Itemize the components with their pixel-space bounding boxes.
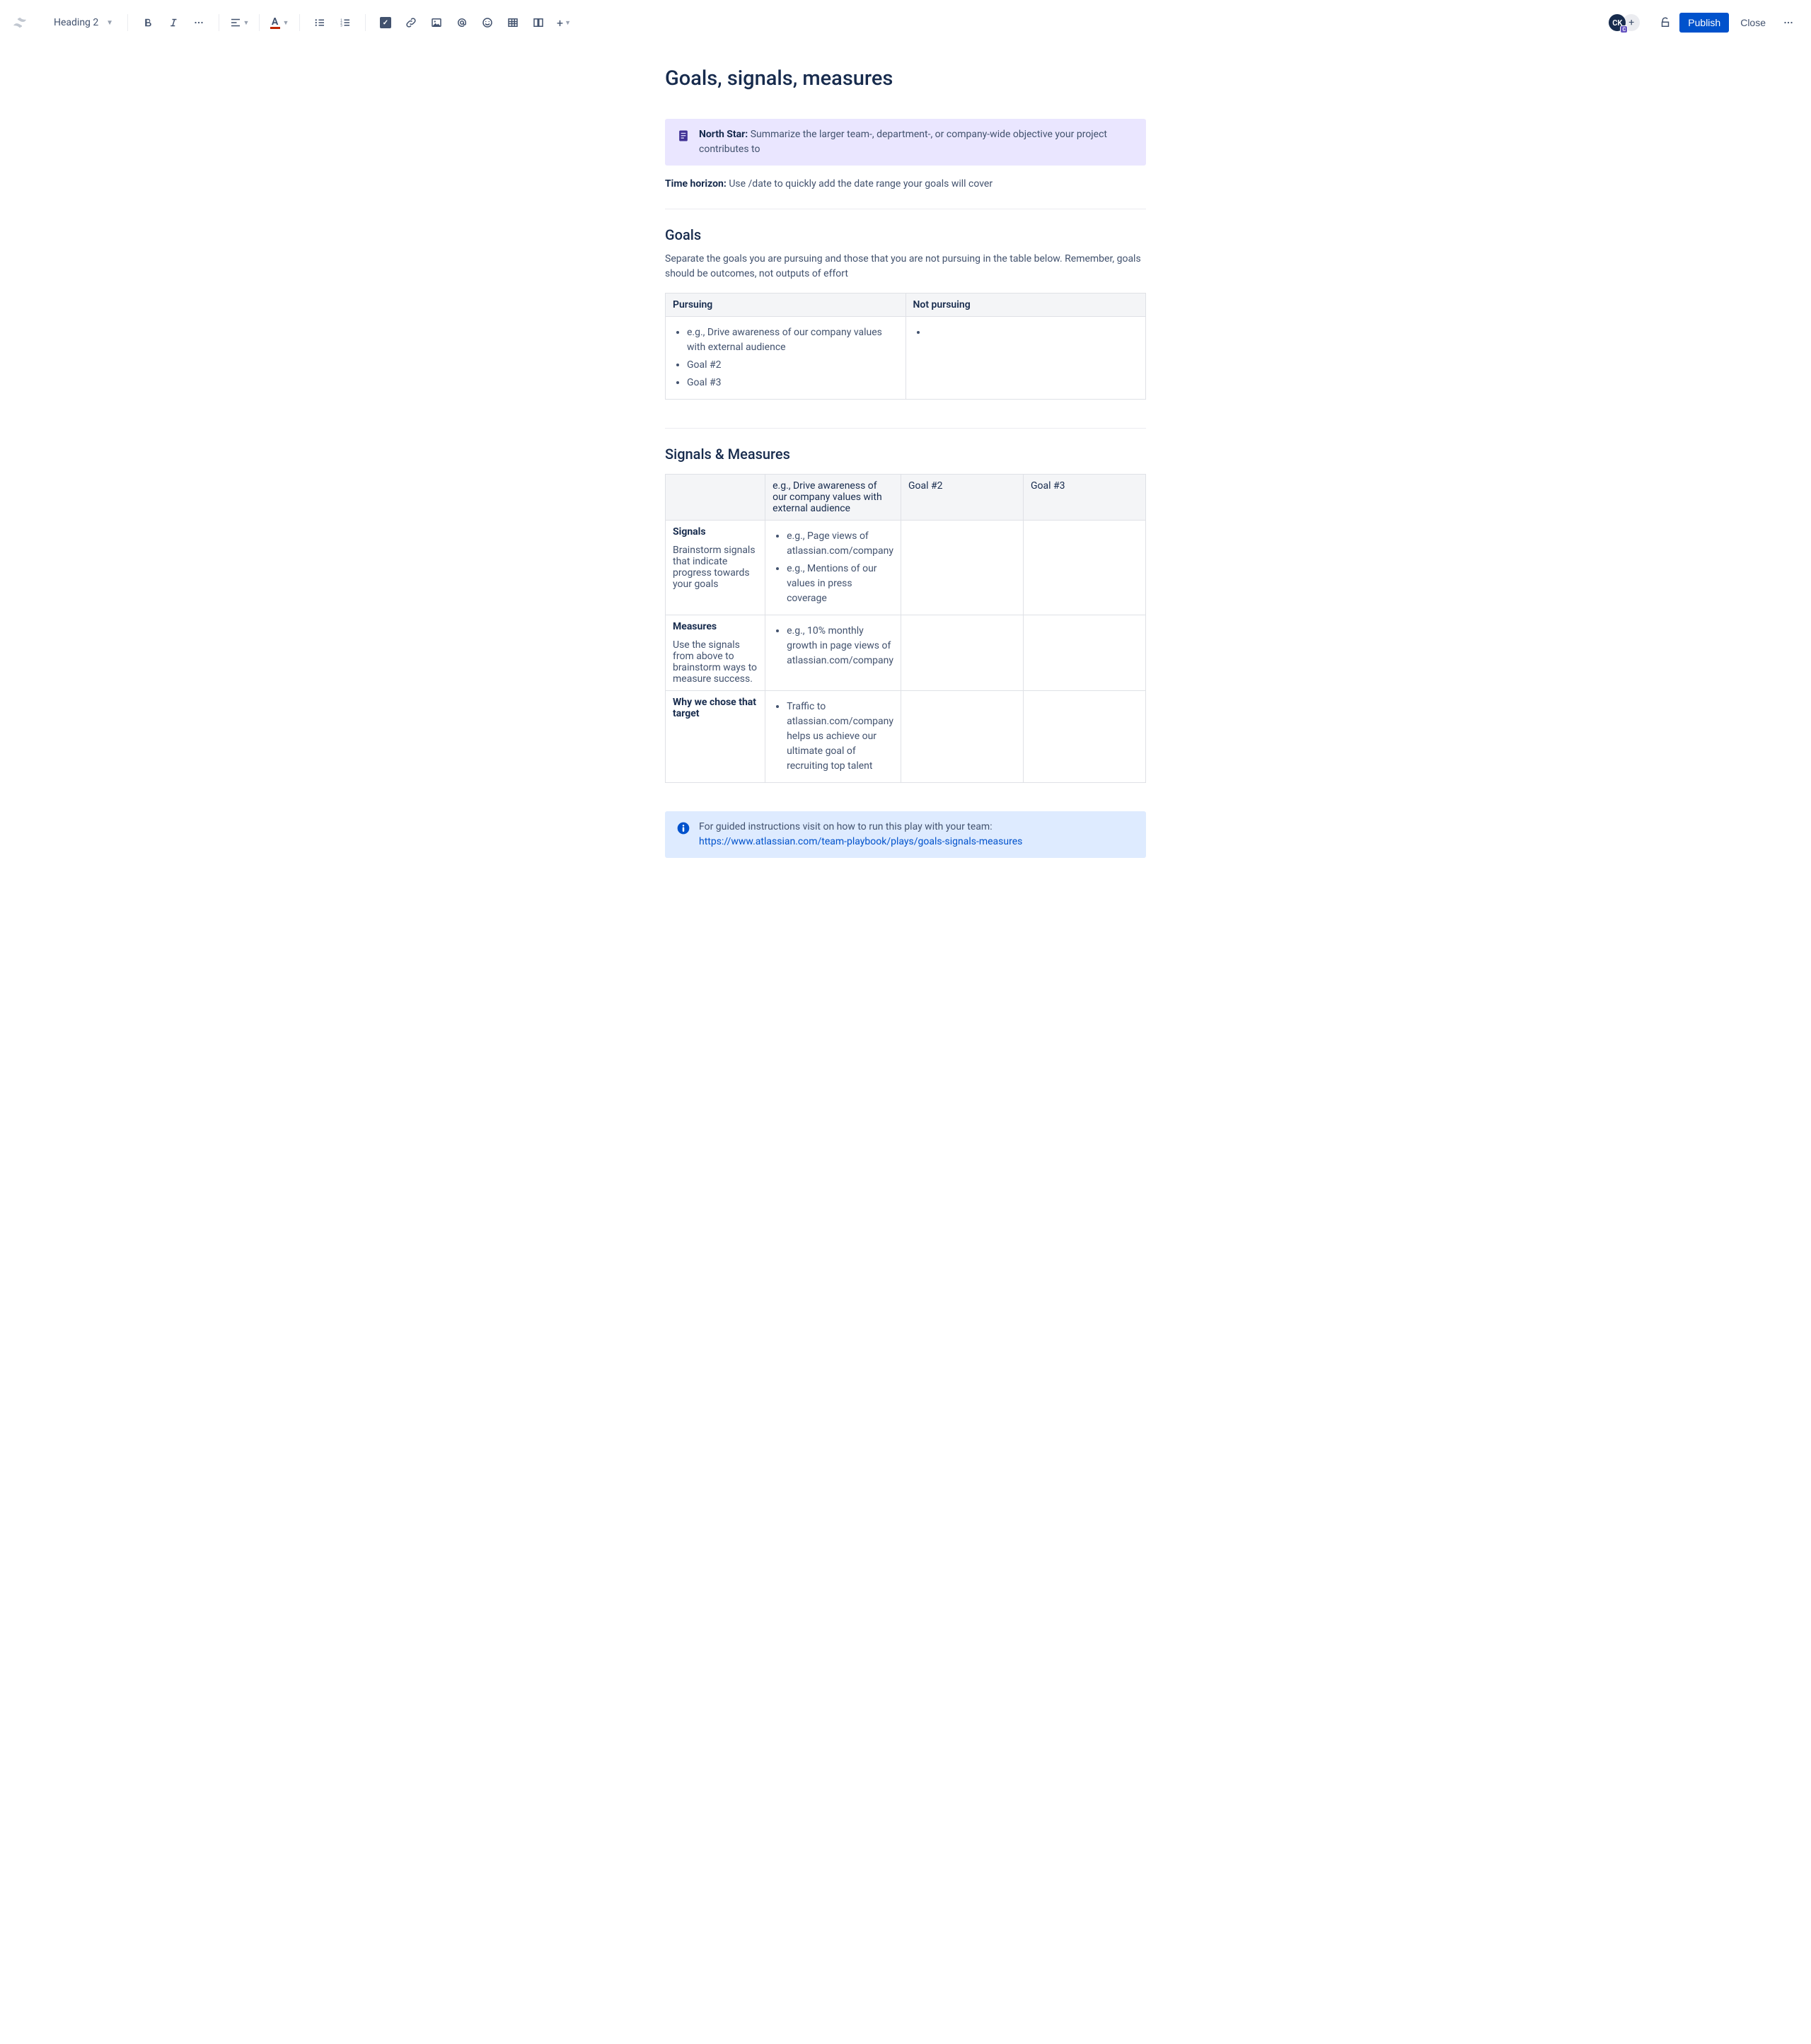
- separator: [127, 14, 128, 31]
- separator: [299, 14, 300, 31]
- goals-heading[interactable]: Goals: [665, 226, 1146, 243]
- heading-selector-label: Heading 2: [54, 17, 98, 28]
- separator: [259, 14, 260, 31]
- check-icon: [380, 17, 391, 28]
- table-row: e.g., Drive awareness of our company val…: [666, 475, 1146, 521]
- north-star-text: Summarize the larger team-, department-,…: [699, 129, 1107, 155]
- text-color-button[interactable]: A▼: [268, 11, 291, 34]
- pursuing-cell[interactable]: e.g., Drive awareness of our company val…: [666, 317, 906, 400]
- time-horizon-label: Time horizon:: [665, 178, 727, 190]
- column-header-pursuing[interactable]: Pursuing: [666, 294, 906, 317]
- list-item[interactable]: Goal #3: [687, 376, 898, 390]
- restrictions-button[interactable]: [1654, 11, 1677, 34]
- signals-measures-table[interactable]: e.g., Drive awareness of our company val…: [665, 474, 1146, 783]
- info-text: For guided instructions visit on how to …: [699, 821, 993, 832]
- emoji-button[interactable]: [476, 11, 499, 34]
- measures-description: Use the signals from above to brainstorm…: [673, 639, 757, 685]
- why-goal3-cell[interactable]: [1023, 691, 1145, 783]
- signals-goal1-cell[interactable]: e.g., Page views of atlassian.com/compan…: [765, 521, 901, 615]
- why-goal2-cell[interactable]: [901, 691, 1024, 783]
- editor-toolbar: Heading 2 ▼ ▼ A▼ 123 +▼ CK C + Publish C…: [0, 0, 1811, 45]
- measures-label: Measures: [673, 621, 758, 632]
- publish-button[interactable]: Publish: [1679, 13, 1729, 33]
- bold-button[interactable]: [137, 11, 159, 34]
- list-item[interactable]: Traffic to atlassian.com/company helps u…: [787, 699, 893, 774]
- column-header-goal1[interactable]: e.g., Drive awareness of our company val…: [765, 475, 901, 521]
- column-header-not-pursuing[interactable]: Not pursuing: [906, 294, 1146, 317]
- info-panel[interactable]: For guided instructions visit on how to …: [665, 811, 1146, 858]
- chevron-down-icon: ▼: [565, 19, 571, 27]
- mention-button[interactable]: [451, 11, 473, 34]
- chevron-down-icon: ▼: [283, 19, 289, 27]
- why-goal1-cell[interactable]: Traffic to atlassian.com/company helps u…: [765, 691, 901, 783]
- chevron-down-icon: ▼: [243, 19, 250, 27]
- info-icon: [676, 821, 690, 835]
- signals-goal3-cell[interactable]: [1023, 521, 1145, 615]
- row-label-measures[interactable]: Measures Use the signals from above to b…: [666, 615, 765, 691]
- note-panel[interactable]: North Star: Summarize the larger team-, …: [665, 119, 1146, 166]
- time-horizon-paragraph[interactable]: Time horizon: Use /date to quickly add t…: [665, 177, 1146, 192]
- signals-goal2-cell[interactable]: [901, 521, 1024, 615]
- bullet-list-button[interactable]: [308, 11, 331, 34]
- insert-button[interactable]: +▼: [552, 11, 575, 34]
- layouts-button[interactable]: [527, 11, 550, 34]
- note-panel-body[interactable]: North Star: Summarize the larger team-, …: [699, 127, 1135, 157]
- info-panel-body[interactable]: For guided instructions visit on how to …: [699, 820, 1135, 849]
- table-row-why: Why we chose that target Traffic to atla…: [666, 691, 1146, 783]
- image-button[interactable]: [425, 11, 448, 34]
- more-actions-button[interactable]: [1777, 11, 1800, 34]
- row-label-signals[interactable]: Signals Brainstorm signals that indicate…: [666, 521, 765, 615]
- column-header-empty[interactable]: [666, 475, 765, 521]
- column-header-goal2[interactable]: Goal #2: [901, 475, 1024, 521]
- document-content[interactable]: Goals, signals, measures North Star: Sum…: [637, 45, 1174, 926]
- why-label: Why we chose that target: [673, 697, 758, 719]
- signals-description: Brainstorm signals that indicate progres…: [673, 545, 756, 590]
- divider: [665, 428, 1146, 429]
- list-item[interactable]: e.g., Mentions of our values in press co…: [787, 562, 893, 606]
- italic-button[interactable]: [162, 11, 185, 34]
- goals-description[interactable]: Separate the goals you are pursuing and …: [665, 252, 1146, 281]
- action-item-button[interactable]: [374, 11, 397, 34]
- alignment-button[interactable]: ▼: [228, 11, 250, 34]
- list-item[interactable]: e.g., Drive awareness of our company val…: [687, 325, 898, 355]
- note-icon: [676, 129, 690, 143]
- heading-selector[interactable]: Heading 2 ▼: [48, 14, 119, 31]
- numbered-list-button[interactable]: 123: [334, 11, 357, 34]
- measures-goal3-cell[interactable]: [1023, 615, 1145, 691]
- svg-text:3: 3: [340, 23, 342, 28]
- signals-heading[interactable]: Signals & Measures: [665, 446, 1146, 463]
- list-item[interactable]: e.g., 10% monthly growth in page views o…: [787, 624, 893, 668]
- table-row-measures: Measures Use the signals from above to b…: [666, 615, 1146, 691]
- separator: [365, 14, 366, 31]
- user-avatar[interactable]: CK C: [1609, 14, 1626, 31]
- confluence-logo: [11, 14, 28, 31]
- measures-goal1-cell[interactable]: e.g., 10% monthly growth in page views o…: [765, 615, 901, 691]
- list-item[interactable]: Goal #2: [687, 358, 898, 373]
- avatar-badge: C: [1620, 25, 1628, 33]
- time-horizon-text: Use /date to quickly add the date range …: [727, 178, 993, 190]
- not-pursuing-cell[interactable]: [906, 317, 1146, 400]
- goals-table[interactable]: Pursuing Not pursuing e.g., Drive awaren…: [665, 293, 1146, 400]
- table-row-signals: Signals Brainstorm signals that indicate…: [666, 521, 1146, 615]
- north-star-label: North Star:: [699, 129, 748, 140]
- page-title[interactable]: Goals, signals, measures: [665, 66, 1146, 91]
- table-row: e.g., Drive awareness of our company val…: [666, 317, 1146, 400]
- link-button[interactable]: [400, 11, 422, 34]
- info-link[interactable]: https://www.atlassian.com/team-playbook/…: [699, 836, 1022, 847]
- chevron-down-icon: ▼: [106, 19, 113, 27]
- measures-goal2-cell[interactable]: [901, 615, 1024, 691]
- signals-label: Signals: [673, 526, 758, 538]
- more-formatting-button[interactable]: [187, 11, 210, 34]
- list-item[interactable]: e.g., Page views of atlassian.com/compan…: [787, 529, 893, 559]
- list-item[interactable]: [927, 325, 1139, 340]
- table-row: Pursuing Not pursuing: [666, 294, 1146, 317]
- column-header-goal3[interactable]: Goal #3: [1023, 475, 1145, 521]
- table-button[interactable]: [502, 11, 524, 34]
- close-button[interactable]: Close: [1732, 13, 1774, 33]
- row-label-why[interactable]: Why we chose that target: [666, 691, 765, 783]
